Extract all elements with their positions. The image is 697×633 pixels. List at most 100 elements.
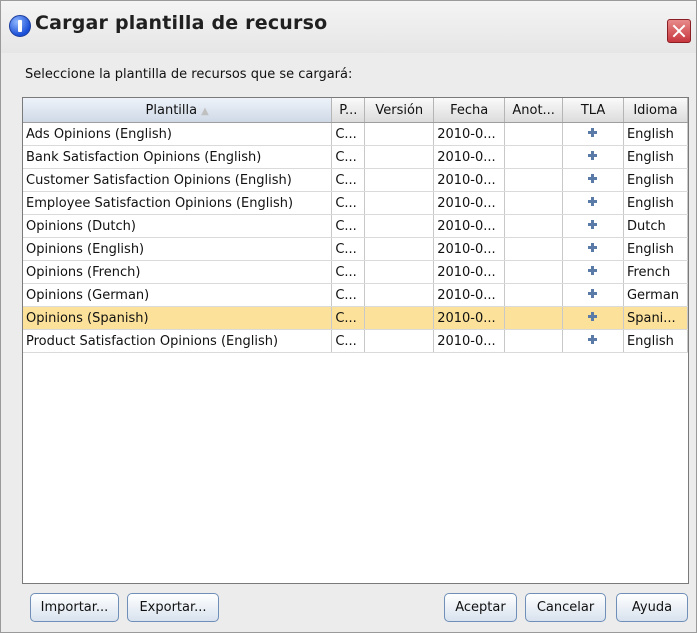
cell-plantilla: Opinions (Dutch) — [23, 214, 333, 238]
help-button[interactable]: Ayuda — [616, 593, 688, 622]
tla-icon — [588, 265, 598, 276]
cell-fecha: 2010-0... — [433, 260, 506, 284]
tla-icon — [588, 288, 598, 299]
import-button[interactable]: Importar... — [30, 593, 119, 622]
cell-tla — [562, 237, 624, 261]
instruction-label: Seleccione la plantilla de recursos que … — [25, 67, 353, 82]
cell-anotaciones — [504, 237, 564, 261]
cell-fecha: 2010-0... — [433, 214, 506, 238]
cell-p: C... — [331, 329, 366, 353]
cell-p: C... — [331, 260, 366, 284]
cell-tla — [562, 168, 624, 192]
cell-idioma: French — [623, 260, 688, 284]
cell-fecha: 2010-0... — [433, 237, 506, 261]
table-row[interactable]: Employee Satisfaction Opinions (English)… — [23, 191, 688, 215]
column-header-tla[interactable]: TLA — [562, 98, 624, 123]
accept-button[interactable]: Aceptar — [444, 593, 517, 622]
cell-idioma: German — [623, 283, 688, 307]
cell-p: C... — [331, 306, 366, 330]
table-row[interactable]: Opinions (Dutch) C... 2010-0... Dutch — [23, 214, 688, 238]
column-header-fecha[interactable]: Fecha — [433, 98, 506, 123]
title-bar: Cargar plantilla de recurso — [1, 1, 696, 53]
tla-icon — [588, 196, 598, 207]
cell-anotaciones — [504, 145, 564, 169]
cell-anotaciones — [504, 214, 564, 238]
cell-plantilla: Bank Satisfaction Opinions (English) — [23, 145, 333, 169]
tla-icon — [588, 150, 598, 161]
tla-icon — [588, 311, 598, 322]
tla-icon — [588, 242, 598, 253]
load-resource-template-dialog: Cargar plantilla de recurso Seleccione l… — [0, 0, 697, 633]
cell-plantilla: Opinions (German) — [23, 283, 333, 307]
dialog-title: Cargar plantilla de recurso — [35, 12, 328, 34]
cell-plantilla: Ads Opinions (English) — [23, 122, 333, 146]
templates-table[interactable]: Plantilla ▲ P... Versión Fecha Anot... TL… — [22, 97, 689, 584]
column-header-plantilla[interactable]: Plantilla ▲ — [23, 98, 333, 123]
cell-anotaciones — [504, 329, 564, 353]
export-button[interactable]: Exportar... — [127, 593, 219, 622]
cell-p: C... — [331, 237, 366, 261]
cell-idioma: English — [623, 237, 688, 261]
cell-anotaciones — [504, 260, 564, 284]
tla-icon — [588, 173, 598, 184]
cell-tla — [562, 329, 624, 353]
cell-anotaciones — [504, 283, 564, 307]
cell-plantilla: Opinions (English) — [23, 237, 333, 261]
table-row[interactable]: Opinions (French) C... 2010-0... French — [23, 260, 688, 284]
cell-version — [364, 260, 435, 284]
cell-idioma: English — [623, 122, 688, 146]
cell-idioma: English — [623, 168, 688, 192]
cell-tla — [562, 214, 624, 238]
cell-fecha: 2010-0... — [433, 329, 506, 353]
tla-icon — [588, 334, 598, 345]
table-row[interactable]: Opinions (Spanish) C... 2010-0... Spani... — [23, 306, 688, 330]
cell-fecha: 2010-0... — [433, 168, 506, 192]
cell-version — [364, 168, 435, 192]
cell-version — [364, 306, 435, 330]
table-row[interactable]: Product Satisfaction Opinions (English) C… — [23, 329, 688, 353]
app-icon — [9, 15, 31, 37]
column-header-anotaciones[interactable]: Anot... — [504, 98, 564, 123]
cell-p: C... — [331, 122, 366, 146]
cell-idioma: English — [623, 329, 688, 353]
cell-anotaciones — [504, 191, 564, 215]
cell-tla — [562, 191, 624, 215]
table-row[interactable]: Ads Opinions (English) C... 2010-0... Engli… — [23, 122, 688, 146]
cell-plantilla: Opinions (French) — [23, 260, 333, 284]
table-row[interactable]: Opinions (German) C... 2010-0... German — [23, 283, 688, 307]
column-header-p[interactable]: P... — [331, 98, 366, 123]
cell-idioma: English — [623, 191, 688, 215]
cell-fecha: 2010-0... — [433, 283, 506, 307]
cell-fecha: 2010-0... — [433, 191, 506, 215]
table-row[interactable]: Bank Satisfaction Opinions (English) C...… — [23, 145, 688, 169]
cell-p: C... — [331, 145, 366, 169]
cell-version — [364, 214, 435, 238]
cell-plantilla: Employee Satisfaction Opinions (English) — [23, 191, 333, 215]
cell-version — [364, 145, 435, 169]
tla-icon — [588, 127, 598, 138]
cell-anotaciones — [504, 306, 564, 330]
cell-plantilla: Product Satisfaction Opinions (English) — [23, 329, 333, 353]
cell-tla — [562, 260, 624, 284]
close-icon[interactable] — [667, 19, 691, 43]
cancel-button[interactable]: Cancelar — [525, 593, 606, 622]
cell-tla — [562, 306, 624, 330]
cell-p: C... — [331, 168, 366, 192]
cell-tla — [562, 145, 624, 169]
tla-icon — [588, 219, 598, 230]
cell-plantilla: Opinions (Spanish) — [23, 306, 333, 330]
cell-idioma: Spani... — [623, 306, 688, 330]
table-row[interactable]: Customer Satisfaction Opinions (English)… — [23, 168, 688, 192]
cell-tla — [562, 283, 624, 307]
cell-p: C... — [331, 283, 366, 307]
column-header-version[interactable]: Versión — [364, 98, 435, 123]
cell-plantilla: Customer Satisfaction Opinions (English) — [23, 168, 333, 192]
sort-ascending-icon: ▲ — [201, 105, 209, 117]
cell-tla — [562, 122, 624, 146]
cell-version — [364, 283, 435, 307]
column-header-idioma[interactable]: Idioma — [623, 98, 688, 123]
cell-idioma: English — [623, 145, 688, 169]
table-row[interactable]: Opinions (English) C... 2010-0... English — [23, 237, 688, 261]
cell-p: C... — [331, 191, 366, 215]
cell-idioma: Dutch — [623, 214, 688, 238]
